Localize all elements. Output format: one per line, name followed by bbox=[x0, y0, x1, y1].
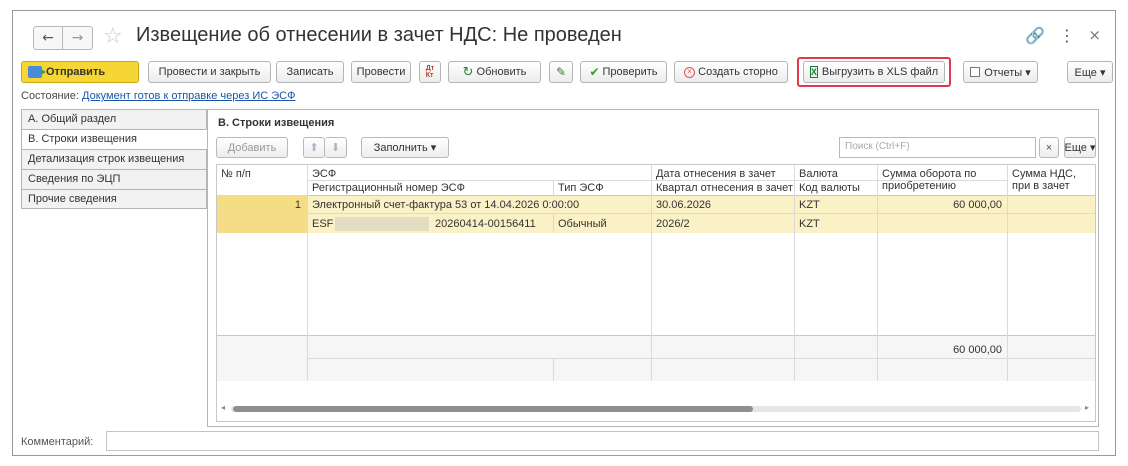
col-header-num[interactable]: № п/п bbox=[217, 166, 255, 182]
refresh-button[interactable]: ↻ Обновить bbox=[448, 61, 541, 83]
check-label: Проверить bbox=[602, 66, 658, 78]
document-window: ← → ☆ Извещение об отнесении в зачет НДС… bbox=[12, 10, 1116, 456]
send-icon bbox=[28, 66, 46, 78]
status-line: Состояние: Документ готов к отправке чер… bbox=[21, 90, 295, 102]
status-label: Состояние: bbox=[21, 90, 79, 102]
row-type[interactable]: Обычный bbox=[554, 216, 611, 232]
reports-label: Отчеты ▾ bbox=[984, 66, 1031, 79]
close-icon[interactable]: × bbox=[1088, 26, 1101, 44]
col-divider bbox=[307, 165, 308, 381]
section-tabs: А. Общий раздел В. Строки извещения Дета… bbox=[21, 109, 207, 209]
row-currency-code[interactable]: KZT bbox=[795, 216, 824, 232]
clear-search-icon[interactable]: × bbox=[1039, 137, 1059, 158]
edit-button[interactable]: ✎ bbox=[549, 61, 573, 83]
create-storno-button[interactable]: × Создать сторно bbox=[674, 61, 788, 83]
tab-notice-lines[interactable]: В. Строки извещения bbox=[21, 129, 207, 149]
forward-button[interactable]: → bbox=[63, 26, 93, 50]
comment-label: Комментарий: bbox=[21, 436, 94, 448]
favorite-star-icon[interactable]: ☆ bbox=[103, 24, 123, 49]
send-label: Отправить bbox=[46, 66, 106, 78]
reports-icon bbox=[970, 67, 981, 77]
export-xls-label: Выгрузить в XLS файл bbox=[821, 66, 939, 78]
row-currency[interactable]: KZT bbox=[795, 197, 824, 213]
tab-other[interactable]: Прочие сведения bbox=[21, 189, 207, 209]
scroll-left-icon[interactable]: ◂ bbox=[221, 403, 225, 412]
fill-button[interactable]: Заполнить ▾ bbox=[361, 137, 449, 158]
excel-icon: X bbox=[809, 66, 818, 78]
horizontal-scrollbar[interactable]: ◂ ▸ bbox=[217, 398, 1095, 420]
more-vertical-icon[interactable]: ⋮ bbox=[1059, 26, 1075, 45]
row-reg-prefix[interactable]: ESF bbox=[308, 216, 337, 232]
dt-kt-icon: Дт Кт bbox=[425, 65, 435, 79]
comment-field[interactable] bbox=[106, 431, 1099, 451]
col-divider bbox=[553, 358, 554, 381]
export-xls-button[interactable]: X Выгрузить в XLS файл bbox=[803, 61, 945, 83]
command-bar: Отправить Провести и закрыть Записать Пр… bbox=[13, 57, 1115, 87]
add-row-button[interactable]: Добавить bbox=[216, 137, 288, 158]
col-header-currency-code[interactable]: Код валюты bbox=[795, 180, 864, 196]
col-divider bbox=[1007, 165, 1008, 381]
link-icon[interactable]: 🔗 bbox=[1025, 26, 1045, 45]
col-divider bbox=[553, 180, 554, 196]
row-inner-divider bbox=[308, 213, 1095, 214]
col-divider bbox=[651, 165, 652, 381]
redacted-block bbox=[335, 217, 429, 231]
tab-line-details[interactable]: Детализация строк извещения bbox=[21, 149, 207, 169]
save-button[interactable]: Записать bbox=[276, 61, 344, 83]
scroll-thumb[interactable] bbox=[233, 406, 753, 412]
search-input[interactable]: Поиск (Ctrl+F) bbox=[839, 137, 1036, 158]
lines-table: № п/п ЭСФ Регистрационный номер ЭСФ Тип … bbox=[216, 164, 1096, 422]
reports-button[interactable]: Отчеты ▾ bbox=[963, 61, 1038, 83]
storno-label: Создать сторно bbox=[698, 66, 778, 78]
window-title: Извещение об отнесении в зачет НДС: Не п… bbox=[136, 24, 622, 46]
row-turnover[interactable]: 60 000,00 bbox=[878, 197, 1006, 213]
section-title: В. Строки извещения bbox=[218, 117, 335, 129]
col-header-quarter[interactable]: Квартал отнесения в зачет bbox=[652, 180, 797, 196]
pencil-icon: ✎ bbox=[555, 65, 567, 79]
arrow-right-icon: → bbox=[71, 30, 84, 46]
footer-inner-divider bbox=[308, 358, 1095, 359]
row-quarter[interactable]: 2026/2 bbox=[652, 216, 694, 232]
checkmark-icon: ✔ bbox=[589, 65, 600, 79]
title-bar: ← → ☆ Извещение об отнесении в зачет НДС… bbox=[13, 11, 1115, 55]
col-header-reg-num[interactable]: Регистрационный номер ЭСФ bbox=[308, 180, 469, 196]
col-header-type[interactable]: Тип ЭСФ bbox=[554, 180, 608, 196]
grid-more-button[interactable]: Еще ▾ bbox=[1064, 137, 1096, 158]
refresh-icon: ↻ bbox=[462, 64, 474, 80]
col-divider bbox=[877, 165, 878, 381]
tab-general[interactable]: А. Общий раздел bbox=[21, 109, 207, 129]
row-esf[interactable]: Электронный счет-фактура 53 от 14.04.202… bbox=[308, 197, 583, 213]
row-date[interactable]: 30.06.2026 bbox=[652, 197, 715, 213]
footer-divider bbox=[217, 335, 1095, 336]
check-button[interactable]: ✔ Проверить bbox=[580, 61, 667, 83]
post-and-close-button[interactable]: Провести и закрыть bbox=[148, 61, 271, 83]
footer-total-turnover: 60 000,00 bbox=[953, 344, 1002, 356]
storno-icon: × bbox=[684, 66, 696, 78]
post-button[interactable]: Провести bbox=[351, 61, 411, 83]
col-header-vat[interactable]: Сумма НДС, при в зачет bbox=[1008, 166, 1095, 194]
row-reg-suffix[interactable]: 20260414-00156411 bbox=[431, 216, 540, 232]
dt-kt-button[interactable]: Дт Кт bbox=[419, 61, 441, 83]
move-up-icon[interactable]: ⬆ bbox=[303, 137, 325, 158]
tab-signature[interactable]: Сведения по ЭЦП bbox=[21, 169, 207, 189]
header-inner-divider bbox=[308, 180, 1008, 181]
lines-panel: В. Строки извещения Добавить ⬆ ⬇ Заполни… bbox=[207, 109, 1099, 427]
col-divider bbox=[553, 213, 554, 233]
col-divider bbox=[794, 165, 795, 381]
arrow-left-icon: ← bbox=[42, 30, 54, 46]
move-down-icon[interactable]: ⬇ bbox=[325, 137, 347, 158]
back-button[interactable]: ← bbox=[33, 26, 63, 50]
more-button[interactable]: Еще ▾ bbox=[1067, 61, 1113, 83]
scroll-right-icon[interactable]: ▸ bbox=[1085, 403, 1089, 412]
status-link[interactable]: Документ готов к отправке через ИС ЭСФ bbox=[82, 90, 295, 102]
row-num[interactable]: 1 bbox=[217, 197, 305, 213]
refresh-label: Обновить bbox=[476, 66, 527, 78]
send-button[interactable]: Отправить bbox=[21, 61, 139, 83]
